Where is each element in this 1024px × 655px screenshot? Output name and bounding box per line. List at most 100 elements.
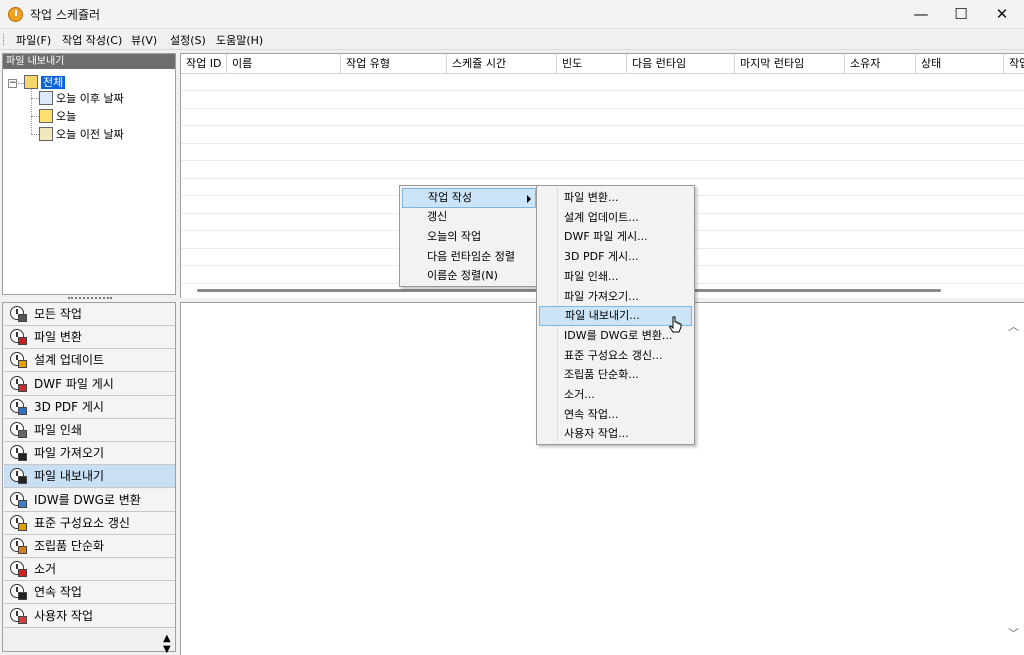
tree-connector bbox=[31, 98, 39, 99]
task-type-icon bbox=[8, 328, 28, 346]
submenu-item[interactable]: 3D PDF 게시... bbox=[539, 247, 692, 267]
submenu-item[interactable]: DWF 파일 게시... bbox=[539, 227, 692, 247]
ctx-create-task[interactable]: 작업 작성 bbox=[402, 188, 536, 208]
nav-item[interactable]: 파일 변환 bbox=[4, 326, 175, 350]
task-type-icon bbox=[8, 491, 28, 509]
menu-grip bbox=[3, 34, 6, 45]
pane-splitter[interactable] bbox=[68, 297, 112, 300]
more-options-icon[interactable]: ▲ ▼ bbox=[163, 633, 171, 655]
calendar-today-icon bbox=[39, 109, 53, 123]
tree-header: 파일 내보내기 bbox=[3, 54, 175, 69]
nav-item-label: DWF 파일 게시 bbox=[34, 376, 114, 391]
app-clock-icon bbox=[8, 7, 23, 22]
submenu-item[interactable]: 파일 변환... bbox=[539, 188, 692, 208]
title-bar: 작업 스케쥴러 — ☐ ✕ bbox=[0, 0, 1024, 29]
submenu-item[interactable]: 설계 업데이트... bbox=[539, 208, 692, 228]
menu-help[interactable]: 도움말(H) bbox=[216, 32, 263, 48]
nav-item-label: 모든 작업 bbox=[34, 307, 82, 321]
column-header[interactable]: 작업 bbox=[1004, 54, 1024, 74]
scroll-down-icon[interactable]: ﹀ bbox=[1008, 625, 1019, 641]
table-row bbox=[181, 162, 1024, 179]
column-header[interactable]: 작업 유형 bbox=[341, 54, 447, 74]
create-task-submenu: 파일 변환... 설계 업데이트... DWF 파일 게시... 3D PDF 게시.… bbox=[536, 185, 695, 445]
menu-create-task[interactable]: 작업 작성(C) bbox=[62, 32, 122, 48]
scroll-up-icon[interactable]: ︿ bbox=[1008, 318, 1019, 334]
table-row bbox=[181, 74, 1024, 91]
column-header[interactable]: 빈도 bbox=[557, 54, 627, 74]
task-type-icon bbox=[8, 467, 28, 485]
nav-item[interactable]: 연속 작업 bbox=[4, 581, 175, 605]
submenu-item[interactable]: 표준 구성요소 갱신... bbox=[539, 346, 692, 366]
tree-node-future[interactable]: 오늘 이후 날짜 bbox=[39, 91, 124, 107]
nav-item[interactable]: 소거 bbox=[4, 558, 175, 582]
task-type-icon bbox=[8, 514, 28, 532]
column-header[interactable]: 이름 bbox=[227, 54, 341, 74]
tree-connector bbox=[31, 116, 39, 117]
nav-item[interactable]: IDW를 DWG로 변환 bbox=[4, 488, 175, 512]
nav-item[interactable]: 사용자 작업 bbox=[4, 604, 175, 628]
task-type-icon bbox=[8, 607, 28, 625]
nav-item[interactable]: 파일 가져오기 bbox=[4, 442, 175, 466]
ctx-sort-name[interactable]: 이름순 정렬(N) bbox=[402, 266, 536, 286]
task-type-list: 모든 작업파일 변환설계 업데이트 DWF 파일 게시 3D PDF 게시파일 인쇄… bbox=[2, 302, 176, 655]
ctx-refresh[interactable]: 갱신 bbox=[402, 207, 536, 227]
submenu-item[interactable]: 조립품 단순화... bbox=[539, 365, 692, 385]
column-header[interactable]: 작업 ID bbox=[181, 54, 227, 74]
table-header: 작업 ID 이름 작업 유형 스케쥴 시간 빈도 다음 런타임 마지막 런타임 … bbox=[181, 54, 1024, 74]
submenu-item[interactable]: 파일 인쇄... bbox=[539, 267, 692, 287]
submenu-arrow-icon bbox=[527, 195, 531, 203]
ctx-sort-next-runtime[interactable]: 다음 런타임순 정렬 bbox=[402, 247, 536, 267]
task-type-icon bbox=[8, 421, 28, 439]
menu-settings[interactable]: 설정(S) bbox=[170, 32, 206, 48]
column-header[interactable]: 소유자 bbox=[845, 54, 916, 74]
tree-node-all[interactable]: 전체 bbox=[24, 75, 66, 91]
nav-item-label: 표준 구성요소 갱신 bbox=[34, 515, 130, 530]
task-type-icon bbox=[8, 375, 28, 393]
task-type-icon bbox=[8, 398, 28, 416]
menu-view[interactable]: 뷰(V) bbox=[131, 32, 157, 48]
nav-item[interactable]: 파일 내보내기 bbox=[4, 465, 175, 489]
column-header[interactable]: 마지막 런타임 bbox=[735, 54, 845, 74]
menu-file[interactable]: 파일(F) bbox=[16, 32, 51, 48]
window-title: 작업 스케쥴러 bbox=[30, 8, 101, 22]
collapse-icon[interactable]: − bbox=[8, 79, 17, 88]
nav-item-label: 파일 내보내기 bbox=[34, 469, 105, 484]
table-row bbox=[181, 144, 1024, 161]
nav-item[interactable]: 3D PDF 게시 bbox=[4, 395, 175, 419]
calendar-future-icon bbox=[39, 91, 53, 105]
submenu-item[interactable]: 파일 가져오기... bbox=[539, 287, 692, 307]
context-menu: 작업 작성 갱신 오늘의 작업 다음 런타임순 정렬 이름순 정렬(N) bbox=[399, 185, 538, 287]
nav-item-label: 연속 작업 bbox=[34, 585, 82, 600]
task-type-icon bbox=[8, 351, 28, 369]
folder-icon bbox=[24, 75, 38, 89]
task-type-icon bbox=[8, 444, 28, 462]
nav-item-label: 3D PDF 게시 bbox=[34, 399, 104, 414]
nav-item[interactable]: 조립품 단순화 bbox=[4, 535, 175, 558]
nav-item[interactable]: 표준 구성요소 갱신 bbox=[4, 511, 175, 535]
nav-item-label: 설계 업데이트 bbox=[34, 353, 105, 368]
tree-node-today[interactable]: 오늘 bbox=[39, 109, 76, 125]
maximize-button[interactable]: ☐ bbox=[938, 0, 984, 29]
column-header[interactable]: 스케쥴 시간 bbox=[447, 54, 557, 74]
filter-tree: 파일 내보내기 − 전체 오늘 이후 날짜 오늘 오늘 이전 날짜 bbox=[2, 53, 176, 295]
nav-item[interactable]: 설계 업데이트 bbox=[4, 349, 175, 373]
column-header[interactable]: 다음 런타임 bbox=[627, 54, 735, 74]
table-row bbox=[181, 92, 1024, 109]
nav-item[interactable]: 모든 작업 bbox=[4, 303, 175, 326]
submenu-item[interactable]: 사용자 작업... bbox=[539, 424, 692, 444]
column-header[interactable]: 상태 bbox=[916, 54, 1004, 74]
tree-node-past[interactable]: 오늘 이전 날짜 bbox=[39, 127, 124, 143]
nav-item[interactable]: 파일 인쇄 bbox=[4, 419, 175, 442]
nav-item-label: 사용자 작업 bbox=[34, 608, 94, 623]
task-type-icon bbox=[8, 560, 28, 578]
ctx-today-tasks[interactable]: 오늘의 작업 bbox=[402, 227, 536, 247]
submenu-item[interactable]: 소거... bbox=[539, 385, 692, 405]
nav-item-label: 조립품 단순화 bbox=[34, 539, 105, 553]
nav-item[interactable]: DWF 파일 게시 bbox=[4, 372, 175, 396]
nav-item-label: IDW를 DWG로 변환 bbox=[34, 492, 141, 507]
menu-bar: 파일(F) 작업 작성(C) 뷰(V) 설정(S) 도움말(H) bbox=[0, 29, 1024, 50]
close-button[interactable]: ✕ bbox=[979, 0, 1024, 29]
task-type-icon bbox=[8, 583, 28, 601]
submenu-item[interactable]: 연속 작업... bbox=[539, 405, 692, 425]
nav-item-label: 소거 bbox=[34, 562, 57, 577]
